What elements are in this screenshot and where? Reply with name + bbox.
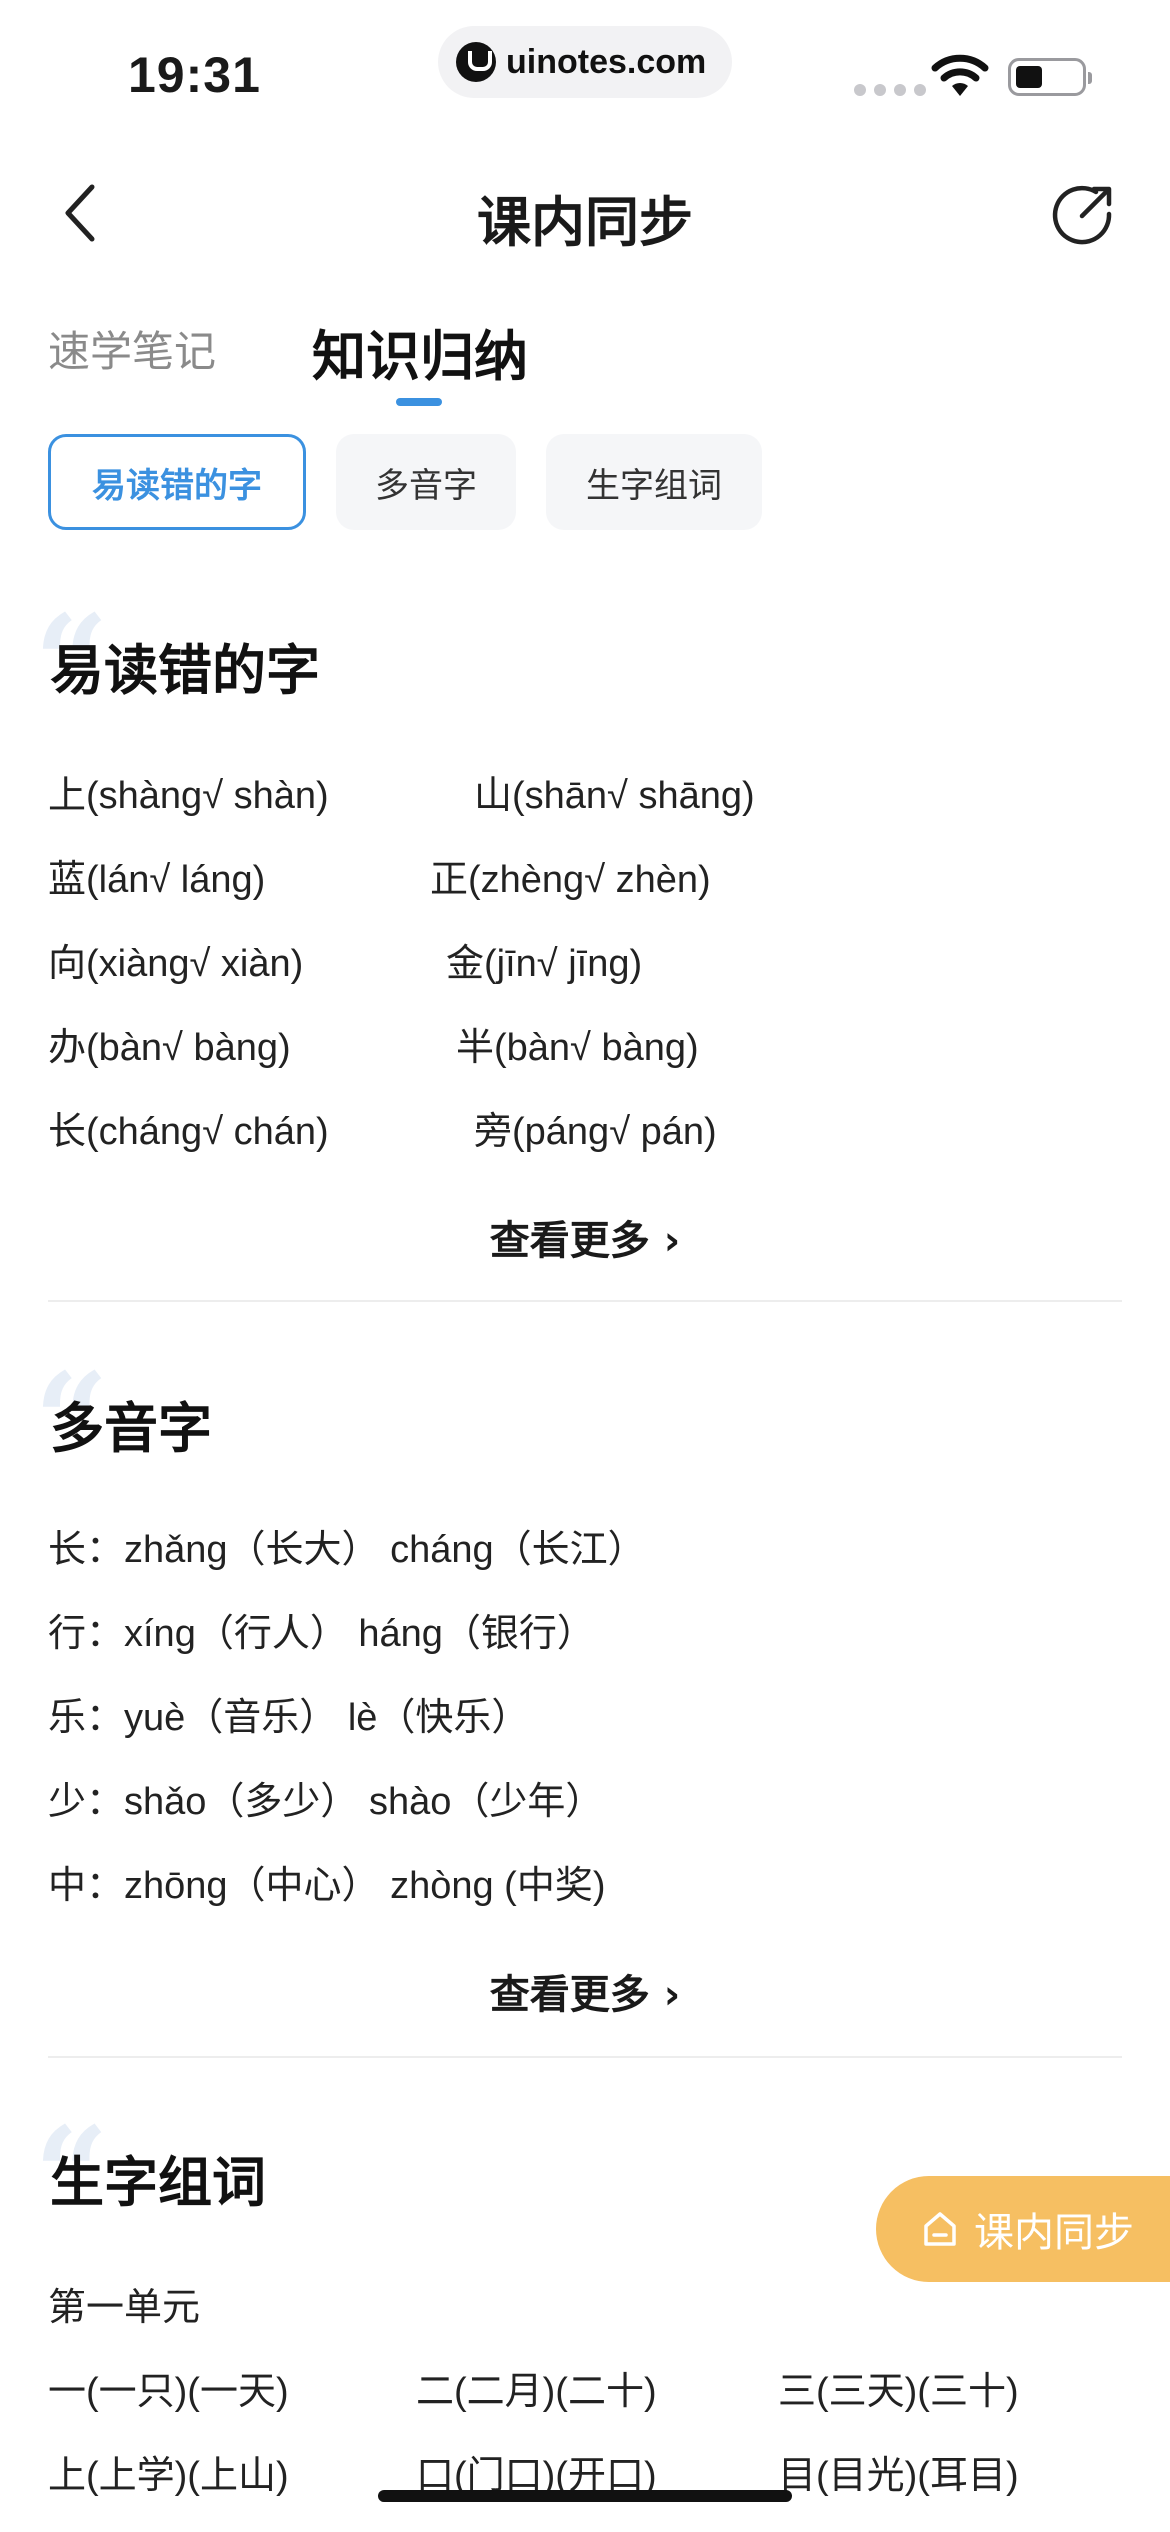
list-item: 一(一只)(一天) [48,2371,289,2413]
sync-float-button[interactable]: 课内同步 [876,2176,1170,2282]
list-item: 蓝(lán√ láng) [48,859,266,901]
status-bar: 19:31 uinotes.com [0,0,1170,130]
list-item: 长(cháng√ chán) [48,1111,329,1153]
list-item: 三(三天)(三十) [778,2371,1019,2413]
wifi-icon [931,54,989,96]
list-item: 金(jīn√ jīng) [446,943,643,985]
active-tab-indicator [396,398,442,406]
chip-easy-misread[interactable]: 易读错的字 [48,434,306,530]
list-item: 二(二月)(二十) [416,2371,657,2413]
status-time: 19:31 [128,47,261,103]
battery-icon [1008,58,1092,96]
tab-quick-notes[interactable]: 速学笔记 [48,318,216,379]
view-more-button[interactable]: 查看更多 › [0,1208,1170,1266]
share-icon [1052,185,1112,245]
section-title-easy-misread: 易读错的字 [50,639,320,702]
section-divider [48,2056,1122,2058]
section-divider [48,1300,1122,1302]
tab-knowledge-summary[interactable]: 知识归纳 [312,312,528,391]
list-item: 办(bàn√ bàng) [48,1027,291,1069]
home-indicator[interactable] [378,2490,792,2502]
page-title: 课内同步 [477,191,693,254]
list-item: 少：shǎo（多少） shào（少年） [48,1781,604,1823]
list-item: 目(目光)(耳目) [778,2455,1019,2497]
site-logo-icon [456,42,496,82]
list-item: 上(上学)(上山) [48,2455,289,2497]
view-more-button[interactable]: 查看更多 › [0,1962,1170,2020]
home-icon [924,2212,956,2246]
url-pill[interactable]: uinotes.com [438,26,732,98]
cellular-signal-icon [854,84,926,96]
list-item: 半(bàn√ bàng) [456,1027,699,1069]
share-button[interactable] [1052,184,1114,246]
list-item: 山(shān√ shāng) [474,775,755,817]
sync-float-label: 课内同步 [974,2210,1134,2256]
list-item: 旁(páng√ pán) [474,1111,717,1153]
list-item: 乐：yuè（音乐） lè（快乐） [48,1697,530,1739]
list-item: 向(xiàng√ xiàn) [48,943,304,985]
section-title-polyphonic: 多音字 [50,1397,212,1460]
chip-word-building[interactable]: 生字组词 [546,434,762,530]
section-title-word-building: 生字组词 [50,2151,266,2214]
list-item: 正(zhèng√ zhèn) [430,859,711,901]
unit-label: 第一单元 [48,2287,201,2329]
list-item: 行：xíng（行人） háng（银行） [48,1613,595,1655]
chip-polyphonic[interactable]: 多音字 [336,434,516,530]
list-item: 中：zhōng（中心） zhòng (中奖) [48,1865,606,1907]
url-text: uinotes.com [506,42,707,81]
list-item: 上(shàng√ shàn) [48,775,329,817]
list-item: 长：zhǎng（长大） cháng（长江） [48,1529,646,1571]
